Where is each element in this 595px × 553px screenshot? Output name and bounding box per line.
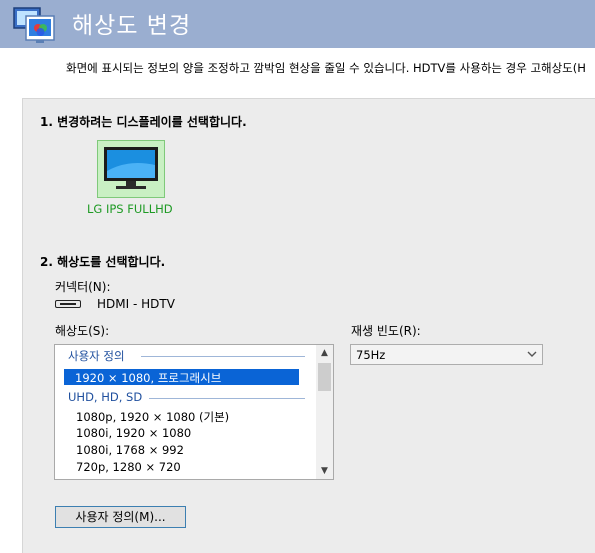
group-header-custom: 사용자 정의 — [68, 349, 125, 363]
refresh-rate-select[interactable]: 75Hz — [350, 344, 543, 365]
list-item-selected[interactable]: 1920 × 1080, 프로그래시브 — [64, 369, 299, 385]
display-settings-icon — [13, 7, 55, 43]
resolution-listbox[interactable]: 사용자 정의 1920 × 1080, 프로그래시브 UHD, HD, SD 1… — [54, 344, 334, 480]
section-select-resolution-heading: 2. 해상도를 선택합니다. — [40, 255, 166, 269]
connector-value: HDMI - HDTV — [97, 297, 175, 311]
list-item[interactable]: 720p, 1280 × 720 — [76, 460, 181, 474]
list-item[interactable]: 1080i, 1768 × 992 — [76, 443, 184, 457]
monitor-icon — [104, 147, 158, 189]
list-item[interactable]: 1080p, 1920 × 1080 (기본) — [76, 409, 229, 425]
hdmi-connector-icon — [55, 300, 81, 308]
refresh-rate-label: 재생 빈도(R): — [351, 324, 421, 338]
display-name-label[interactable]: LG IPS FULLHD — [87, 202, 173, 216]
scroll-up-arrow-icon[interactable]: ▲ — [316, 345, 333, 361]
listbox-scrollbar[interactable]: ▲ ▼ — [316, 345, 333, 479]
refresh-rate-value: 75Hz — [356, 348, 386, 362]
scrollbar-thumb[interactable] — [318, 363, 331, 391]
page-description: 화면에 표시되는 정보의 양을 조정하고 깜박임 현상을 줄일 수 있습니다. … — [66, 61, 586, 75]
section-select-display-heading: 1. 변경하려는 디스플레이를 선택합니다. — [40, 115, 247, 129]
group-header-uhd: UHD, HD, SD — [68, 390, 143, 404]
chevron-down-icon — [527, 351, 537, 357]
connector-label: 커넥터(N): — [55, 280, 111, 294]
page-title: 해상도 변경 — [72, 13, 192, 39]
resolution-label: 해상도(S): — [55, 324, 110, 338]
display-tile[interactable] — [97, 140, 165, 198]
header-banner: 해상도 변경 — [0, 0, 595, 48]
scroll-down-arrow-icon[interactable]: ▼ — [316, 463, 333, 479]
group-divider — [149, 398, 305, 399]
selected-item-label: 1920 × 1080, 프로그래시브 — [75, 371, 222, 385]
custom-resolution-button[interactable]: 사용자 정의(M)... — [55, 506, 186, 528]
group-divider — [141, 356, 305, 357]
list-item[interactable]: 1080i, 1920 × 1080 — [76, 426, 191, 440]
